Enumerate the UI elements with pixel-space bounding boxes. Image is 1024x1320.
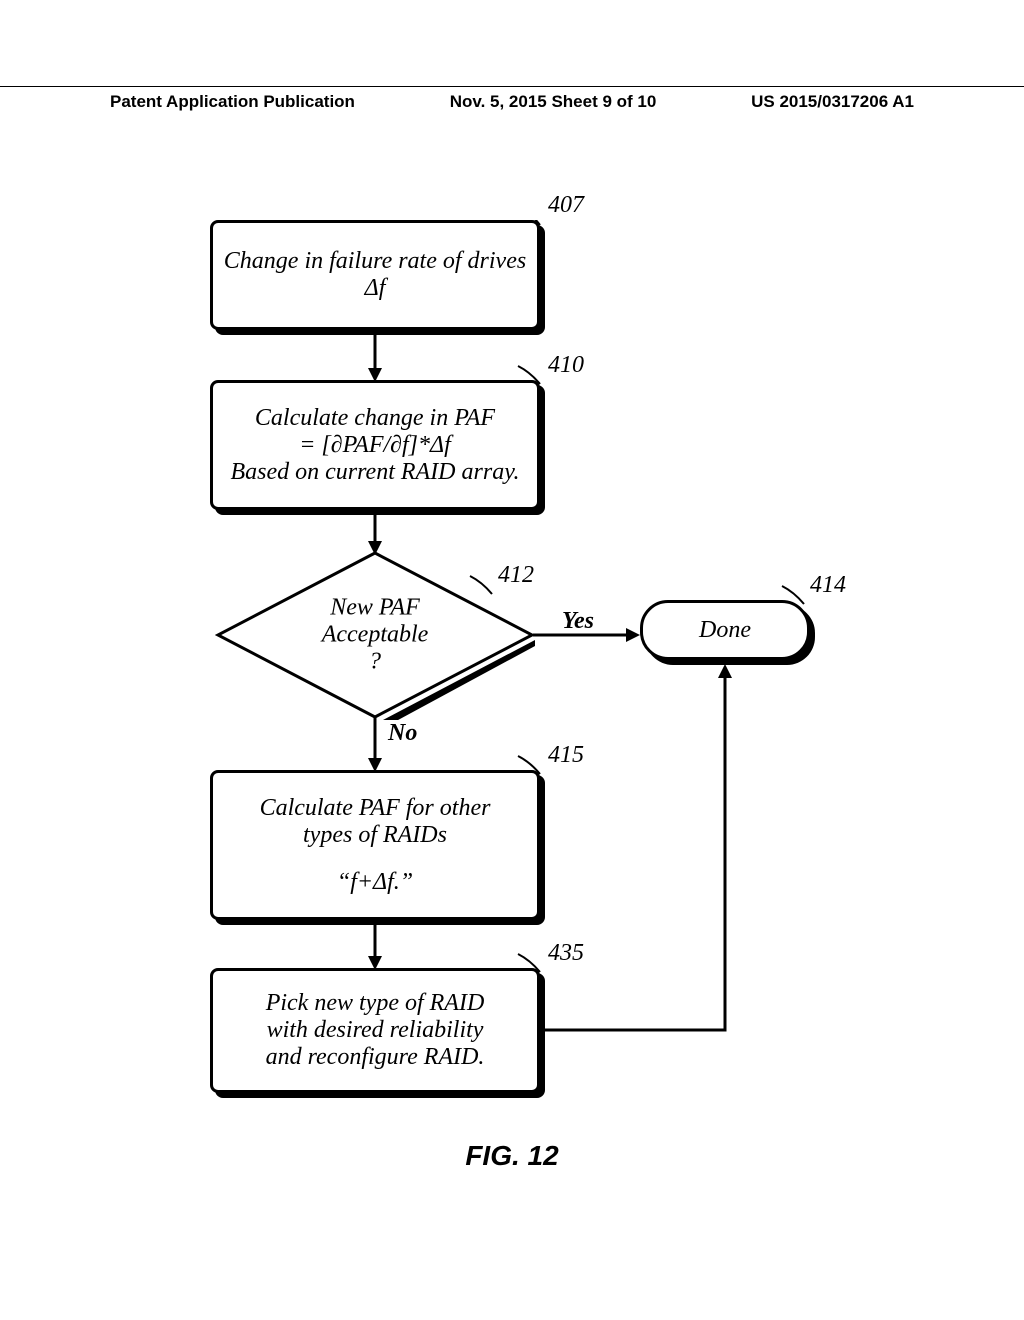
header-row: Patent Application Publication Nov. 5, 2… xyxy=(0,92,1024,112)
box-text: Calculate PAF for other xyxy=(260,795,491,822)
box-text: Based on current RAID array. xyxy=(230,459,519,486)
box-text: Pick new type of RAID xyxy=(266,990,485,1017)
box-text: with desired reliability xyxy=(267,1017,484,1044)
step-pick-new-raid: Pick new type of RAID with desired relia… xyxy=(210,968,540,1093)
ref-414: 414 xyxy=(810,572,846,599)
step-calc-change-paf: Calculate change in PAF = [∂PAF/∂f]*Δf B… xyxy=(210,380,540,510)
diamond-line: ? xyxy=(322,649,429,676)
header-center: Nov. 5, 2015 Sheet 9 of 10 xyxy=(450,92,657,112)
page-header: Patent Application Publication Nov. 5, 2… xyxy=(0,86,1024,112)
terminal-done: Done xyxy=(640,600,810,660)
ref-435: 435 xyxy=(548,940,584,967)
box-text: Calculate change in PAF xyxy=(255,405,495,432)
step-change-failure-rate: Change in failure rate of drives Δf xyxy=(210,220,540,330)
ref-415: 415 xyxy=(548,742,584,769)
header-left: Patent Application Publication xyxy=(110,92,355,112)
box-text: Done xyxy=(699,617,751,644)
box-text: and reconfigure RAID. xyxy=(266,1044,485,1071)
ref-412: 412 xyxy=(498,562,534,589)
edge-no: No xyxy=(388,720,417,747)
box-text: Δf xyxy=(365,275,386,302)
figure-label: FIG. 12 xyxy=(0,1140,1024,1172)
decision-paf-acceptable: New PAF Acceptable ? xyxy=(215,550,535,720)
ref-407: 407 xyxy=(548,192,584,219)
ref-410: 410 xyxy=(548,352,584,379)
step-calc-paf-other: Calculate PAF for other types of RAIDs “… xyxy=(210,770,540,920)
box-text: Change in failure rate of drives xyxy=(224,248,526,275)
box-text: types of RAIDs xyxy=(303,822,447,849)
diamond-line: New PAF xyxy=(322,595,429,622)
flowchart: Change in failure rate of drives Δf 407 … xyxy=(0,220,1024,1120)
box-text: “f+Δf.” xyxy=(337,869,413,896)
diamond-line: Acceptable xyxy=(322,622,429,649)
box-text: = [∂PAF/∂f]*Δf xyxy=(299,432,451,459)
decision-text: New PAF Acceptable ? xyxy=(322,595,429,676)
edge-yes: Yes xyxy=(562,608,594,635)
header-right: US 2015/0317206 A1 xyxy=(751,92,914,112)
